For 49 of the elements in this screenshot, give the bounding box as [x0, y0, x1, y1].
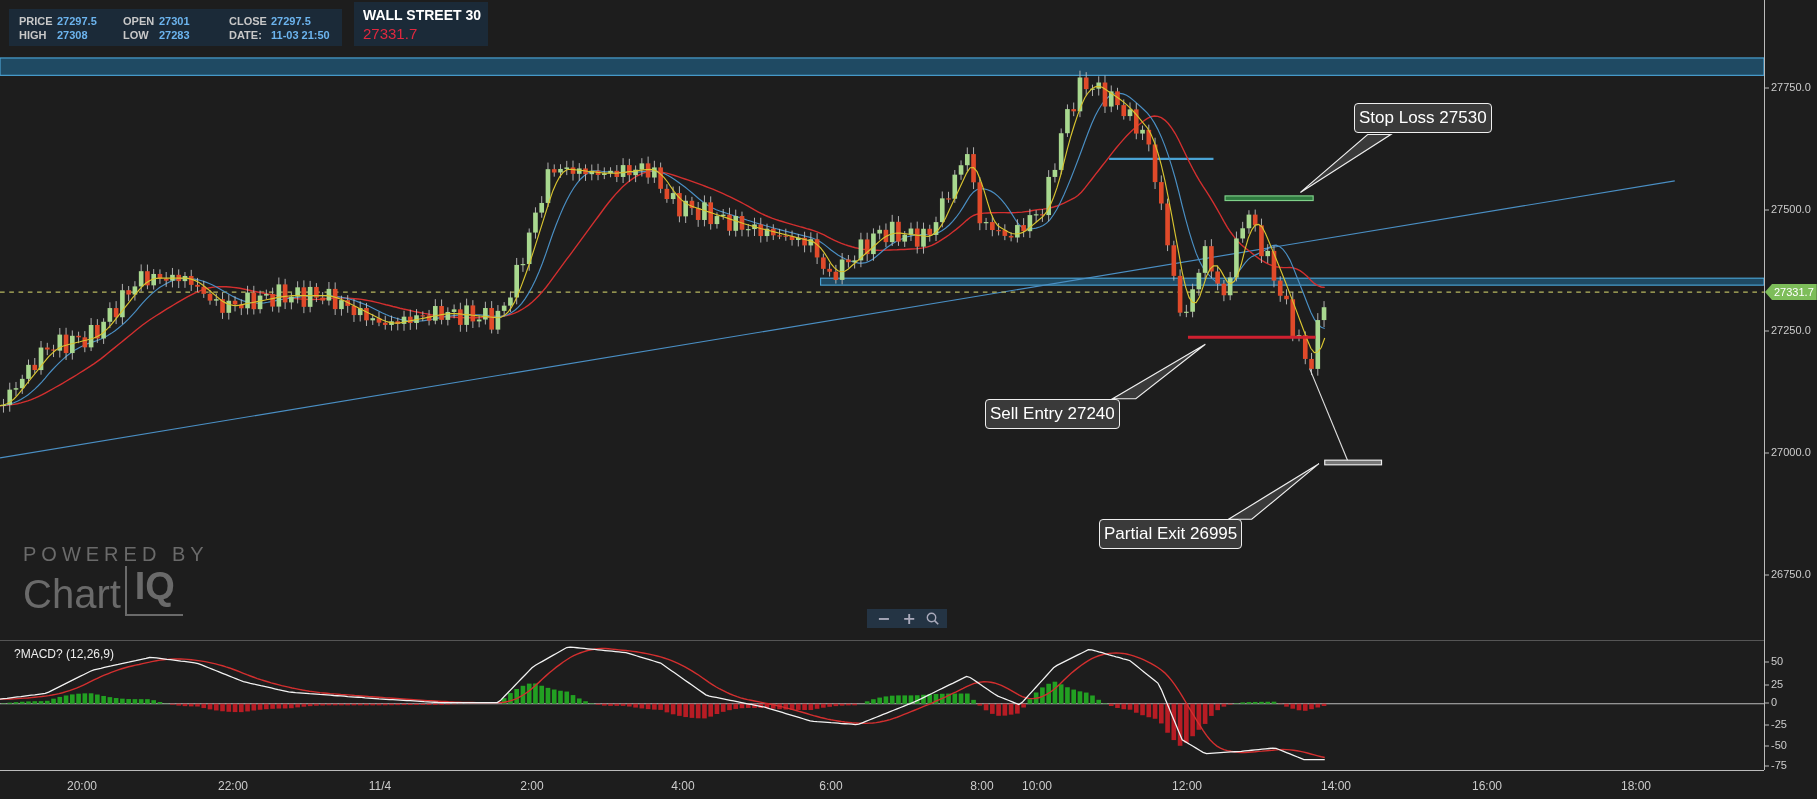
quote-label: OPEN [123, 14, 156, 27]
time-label: 18:00 [1621, 779, 1651, 793]
callout-label: Stop Loss 27530 [1354, 103, 1492, 133]
price-tick: 27250.0 [1771, 324, 1811, 336]
instrument-price: 27331.7 [363, 25, 419, 42]
quote-value: 27297.5 [271, 14, 312, 27]
time-label: 11/4 [368, 779, 392, 793]
callout-label: Sell Entry 27240 [985, 399, 1120, 429]
quote-label: PRICE [19, 14, 54, 27]
time-label: 4:00 [671, 779, 695, 793]
time-label: 22:00 [218, 779, 248, 793]
zoom-reset-icon[interactable] [925, 612, 939, 625]
macd-tick: -75 [1771, 759, 1787, 771]
price-tick: 26750.0 [1771, 568, 1811, 580]
instrument-name: WALL STREET 30 [363, 7, 479, 23]
quote-value: 27301 [159, 14, 191, 27]
time-label: 14:00 [1321, 779, 1351, 793]
macd-tick: -50 [1771, 739, 1787, 751]
quote-label: HIGH [19, 28, 48, 41]
logo-brand-suffix: IQ [124, 566, 183, 616]
quote-label: LOW [123, 28, 150, 41]
zoom-out-button[interactable]: − [875, 610, 893, 627]
logo-tagline: POWERED BY [23, 543, 209, 566]
quote-value: 27308 [57, 28, 89, 41]
macd-tick: 50 [1771, 655, 1784, 667]
quote-value: 11-03 21:50 [271, 28, 331, 41]
partial-exit-marker [1324, 459, 1383, 466]
indicator-label: ?MACD? (12,26,9) [14, 647, 115, 661]
quote-label: DATE: [229, 28, 263, 41]
time-label: 6:00 [819, 779, 843, 793]
callout-label: Partial Exit 26995 [1099, 519, 1243, 549]
time-label: 8:00 [970, 779, 994, 793]
macd-tick: 25 [1771, 678, 1784, 690]
time-label: 10:00 [1022, 779, 1052, 793]
macd-tick: -25 [1771, 718, 1787, 730]
macd-tick: 0 [1771, 696, 1778, 708]
price-tick: 27000.0 [1771, 446, 1811, 458]
quote-value: 27297.5 [57, 14, 98, 27]
time-label: 20:00 [67, 779, 97, 793]
zoom-in-button[interactable]: + [900, 610, 918, 627]
time-label: 2:00 [520, 779, 544, 793]
logo-brand: Chart [23, 571, 121, 616]
time-label: 16:00 [1472, 779, 1502, 793]
time-label: 12:00 [1172, 779, 1202, 793]
quote-value: 27283 [159, 28, 191, 41]
price-tick: 27750.0 [1771, 81, 1811, 93]
price-tick: 27500.0 [1771, 203, 1811, 215]
quote-label: CLOSE [229, 14, 268, 27]
current-price-badge: 27331.7 [1765, 284, 1817, 300]
